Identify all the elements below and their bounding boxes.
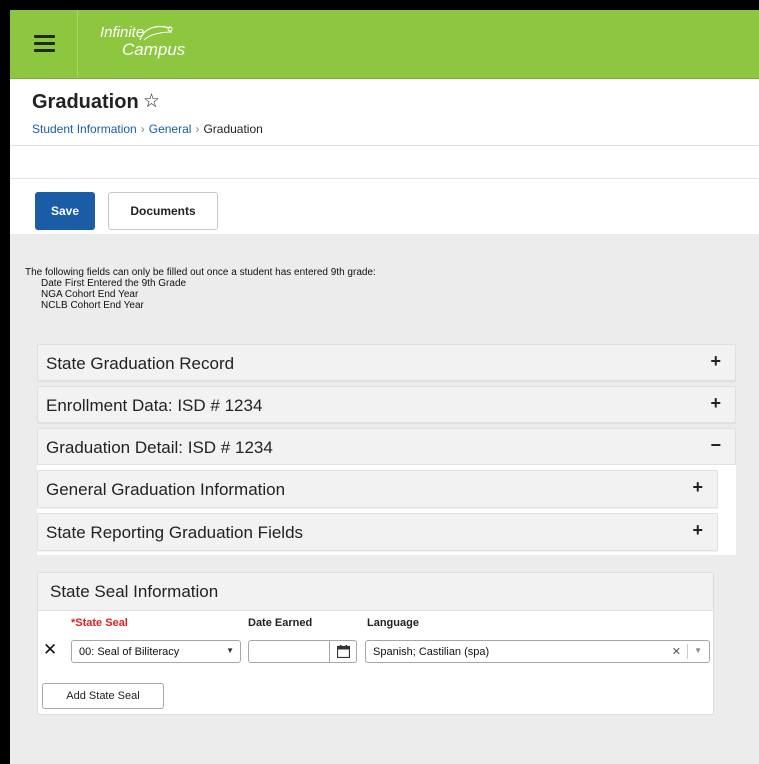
subsection-title: State Reporting Graduation Fields: [46, 523, 304, 542]
star-outline-icon[interactable]: ☆: [143, 91, 160, 113]
state-seal-title: State Seal Information: [50, 582, 219, 601]
language-label: Language: [367, 617, 419, 629]
breadcrumb-student-information[interactable]: Student Information: [32, 122, 137, 136]
calendar-icon: [337, 645, 350, 658]
caret-down-icon: ▼: [226, 646, 234, 655]
language-value: Spanish; Castilian (spa): [373, 646, 490, 658]
breadcrumb: Student Information › General › Graduation: [32, 122, 263, 136]
select-divider: [687, 644, 688, 659]
remove-row-icon[interactable]: ✕: [43, 640, 57, 660]
add-state-seal-button[interactable]: Add State Seal: [42, 683, 164, 709]
breadcrumb-general[interactable]: General: [149, 122, 192, 136]
state-seal-label: *State Seal: [71, 617, 128, 629]
expand-icon[interactable]: +: [710, 351, 721, 372]
subsection-general-graduation-information[interactable]: General Graduation Information +: [37, 470, 718, 508]
language-select[interactable]: Spanish; Castilian (spa) ✕ ▼: [365, 640, 710, 663]
section-title: Enrollment Data: ISD # 1234: [46, 396, 263, 415]
menu-icon-bar: [34, 42, 55, 45]
state-seal-select[interactable]: 00: Seal of Biliteracy ▼: [71, 640, 241, 663]
page-header: Graduation ☆ Student Information › General…: [10, 79, 759, 146]
date-earned-label: Date Earned: [248, 617, 313, 629]
app-frame: Infinite Campus Graduation ☆ Student Inf…: [0, 0, 759, 764]
section-graduation-detail[interactable]: Graduation Detail: ISD # 1234 −: [37, 428, 736, 465]
chevron-right-icon: ›: [195, 122, 200, 136]
hamburger-menu-button[interactable]: [10, 10, 78, 78]
menu-icon: [34, 35, 55, 38]
documents-button[interactable]: Documents: [108, 192, 218, 230]
caret-down-icon: ▼: [694, 646, 702, 655]
calendar-button[interactable]: [329, 640, 357, 663]
chevron-right-icon: ›: [140, 122, 145, 136]
expand-icon[interactable]: +: [692, 477, 703, 498]
section-enrollment-data[interactable]: Enrollment Data: ISD # 1234 +: [37, 386, 736, 423]
state-seal-header: State Seal Information: [38, 573, 713, 611]
menu-icon-bar: [34, 49, 55, 52]
expand-icon[interactable]: +: [710, 393, 721, 414]
state-seal-panel: State Seal Information *State Seal Date …: [37, 572, 714, 715]
note-item: Date First Entered the 9th Grade: [41, 278, 187, 289]
section-title: State Graduation Record: [46, 354, 235, 373]
clear-icon[interactable]: ✕: [672, 645, 681, 658]
note-intro: The following fields can only be filled …: [25, 267, 376, 278]
state-seal-value: 00: Seal of Biliteracy: [79, 646, 180, 658]
top-bar: Infinite Campus: [10, 10, 759, 79]
logo-line2: Campus: [122, 40, 186, 59]
subsection-title: General Graduation Information: [46, 480, 286, 499]
grade-requirement-note: The following fields can only be filled …: [25, 267, 376, 311]
expand-icon[interactable]: +: [692, 520, 703, 541]
subsection-state-reporting-graduation-fields[interactable]: State Reporting Graduation Fields +: [37, 513, 718, 551]
note-item: NCLB Cohort End Year: [41, 300, 144, 311]
collapse-icon[interactable]: −: [710, 435, 721, 456]
note-item: NGA Cohort End Year: [41, 289, 139, 300]
section-title: Graduation Detail: ISD # 1234: [46, 438, 273, 457]
breadcrumb-current: Graduation: [203, 122, 263, 136]
section-state-graduation-record[interactable]: State Graduation Record +: [37, 344, 736, 381]
page-title: Graduation: [32, 91, 139, 113]
date-earned-input[interactable]: [248, 640, 330, 663]
content-area: The following fields can only be filled …: [10, 234, 759, 764]
save-button[interactable]: Save: [35, 192, 95, 230]
blank-strip: [10, 146, 759, 179]
action-toolbar: Save Documents: [10, 179, 759, 233]
